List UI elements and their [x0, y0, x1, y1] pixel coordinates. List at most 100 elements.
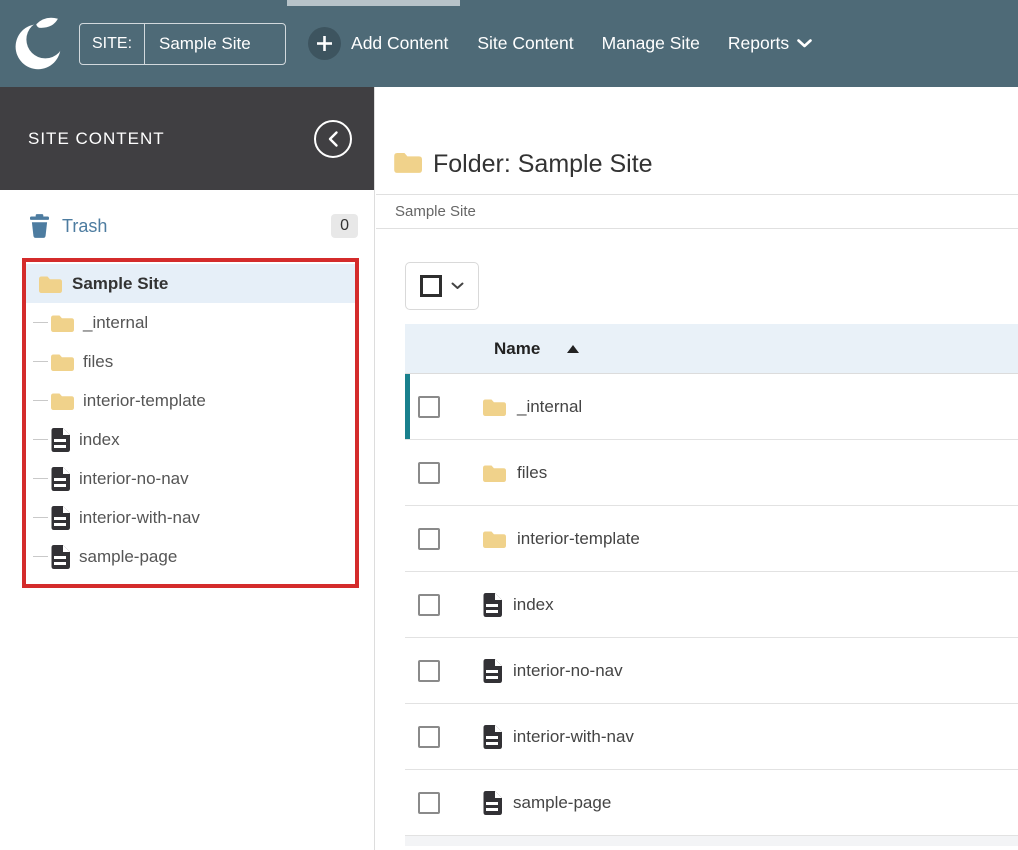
- table-row-interior-with-nav[interactable]: interior-with-nav: [405, 704, 1018, 770]
- page-icon: [51, 505, 70, 530]
- sidebar-panel-title: SITE CONTENT: [28, 128, 165, 148]
- sort-ascending-icon[interactable]: [567, 344, 580, 353]
- add-content-label: Add Content: [351, 33, 449, 53]
- chevron-down-icon: [797, 39, 812, 48]
- tree-item-label: interior-template: [83, 390, 206, 410]
- row-checkbox[interactable]: [418, 593, 440, 616]
- row-name[interactable]: interior-template: [517, 529, 640, 549]
- folder-icon: [39, 276, 62, 293]
- row-name[interactable]: _internal: [517, 397, 582, 417]
- trash-label: Trash: [62, 215, 108, 236]
- page-title-text: Folder: Sample Site: [433, 150, 653, 178]
- tree-branch-line: [33, 517, 48, 518]
- page-icon: [51, 544, 70, 569]
- tree-branch-line: [33, 322, 48, 323]
- tree-branch-line: [33, 439, 48, 440]
- chevron-down-icon: [451, 282, 464, 289]
- tree-item-label: Sample Site: [72, 273, 169, 293]
- tree-item-interior-no-nav[interactable]: interior-no-nav: [26, 459, 355, 498]
- folder-icon: [483, 531, 506, 548]
- row-checkbox[interactable]: [418, 791, 440, 814]
- folder-contents-table: Name _internal files interior-template i…: [405, 324, 1018, 846]
- nav-site-content[interactable]: Site Content: [463, 33, 587, 54]
- folder-icon: [394, 152, 422, 173]
- page-icon: [51, 427, 70, 452]
- nav-reports[interactable]: Reports: [714, 33, 826, 54]
- tree-item-interior-with-nav[interactable]: interior-with-nav: [26, 498, 355, 537]
- tree-branch-line: [33, 478, 48, 479]
- tree-item-sample-page[interactable]: sample-page: [26, 537, 355, 576]
- folder-icon: [483, 399, 506, 416]
- row-checkbox[interactable]: [418, 395, 440, 418]
- table-row-files[interactable]: files: [405, 440, 1018, 506]
- breadcrumb: Sample Site: [376, 194, 1018, 229]
- page-title: Folder: Sample Site: [376, 87, 1018, 194]
- add-content-button[interactable]: Add Content: [294, 27, 463, 60]
- top-navigation-bar: SITE: Sample Site Add Content Site Conte…: [0, 0, 1018, 87]
- tree-item-interior-template[interactable]: interior-template: [26, 381, 355, 420]
- page-icon: [483, 790, 502, 815]
- folder-icon: [483, 465, 506, 482]
- nav-manage-site[interactable]: Manage Site: [588, 33, 714, 54]
- trash-link[interactable]: Trash 0: [0, 190, 374, 252]
- annotation-red-box: Sample Site _internal files interior-tem…: [22, 258, 359, 588]
- row-checkbox[interactable]: [418, 461, 440, 484]
- table-header-row: Name: [405, 324, 1018, 374]
- primary-nav: Add Content Site Content Manage Site Rep…: [294, 27, 826, 60]
- plus-icon: [308, 27, 342, 60]
- site-picker-value[interactable]: Sample Site: [145, 24, 285, 64]
- tree-item-label: interior-with-nav: [79, 507, 200, 527]
- trash-icon: [30, 214, 49, 238]
- tree-item-label: _internal: [83, 312, 149, 332]
- breadcrumb-site[interactable]: Sample Site: [395, 203, 476, 220]
- table-row-interior-no-nav[interactable]: interior-no-nav: [405, 638, 1018, 704]
- tree-branch-line: [33, 361, 48, 362]
- tree-item-index[interactable]: index: [26, 420, 355, 459]
- nav-reports-label: Reports: [727, 33, 790, 53]
- collapse-sidebar-button[interactable]: [314, 119, 352, 158]
- site-picker-label: SITE:: [80, 23, 146, 64]
- row-name[interactable]: files: [517, 463, 547, 483]
- tree-item-internal[interactable]: _internal: [26, 303, 355, 342]
- page-icon: [51, 466, 70, 491]
- page-icon: [483, 724, 502, 749]
- tree-item-sample-site-root[interactable]: Sample Site: [26, 264, 355, 303]
- page-icon: [483, 658, 502, 683]
- tree-item-label: sample-page: [79, 546, 178, 566]
- page-icon: [483, 592, 502, 617]
- row-name[interactable]: sample-page: [513, 793, 611, 813]
- row-checkbox[interactable]: [418, 659, 440, 682]
- table-body: _internal files interior-template index …: [405, 374, 1018, 836]
- cascade-cms-app: SITE: Sample Site Add Content Site Conte…: [0, 0, 1018, 850]
- table-bottom-strip: [405, 836, 1018, 846]
- name-column-header[interactable]: Name: [494, 339, 540, 359]
- row-name[interactable]: index: [513, 595, 554, 615]
- table-row-interior-template[interactable]: interior-template: [405, 506, 1018, 572]
- site-picker[interactable]: SITE: Sample Site: [79, 22, 287, 65]
- cascade-logo[interactable]: [12, 15, 66, 73]
- row-checkbox[interactable]: [418, 725, 440, 748]
- select-all-checkbox[interactable]: [420, 275, 442, 297]
- row-name[interactable]: interior-no-nav: [513, 661, 623, 681]
- tree-children: _internal files interior-template index …: [26, 303, 355, 576]
- table-row-internal[interactable]: _internal: [405, 374, 1018, 440]
- folder-icon: [51, 315, 74, 332]
- sidebar-header: SITE CONTENT: [0, 87, 374, 190]
- table-toolbar: [405, 262, 1018, 310]
- table-row-sample-page[interactable]: sample-page: [405, 770, 1018, 836]
- tree-item-label: files: [83, 351, 114, 371]
- site-content-sidebar: SITE CONTENT Trash 0 Sample Site _intern…: [0, 87, 375, 850]
- row-name[interactable]: interior-with-nav: [513, 727, 634, 747]
- tree-item-files[interactable]: files: [26, 342, 355, 381]
- folder-icon: [51, 393, 74, 410]
- folder-icon: [51, 354, 74, 371]
- active-tab-indicator: [287, 0, 460, 6]
- trash-count-badge: 0: [331, 214, 358, 238]
- tree-item-label: index: [79, 429, 120, 449]
- row-checkbox[interactable]: [418, 527, 440, 550]
- tree-branch-line: [33, 400, 48, 401]
- table-row-index[interactable]: index: [405, 572, 1018, 638]
- tree-branch-line: [33, 556, 48, 557]
- chevron-left-icon: [328, 130, 338, 147]
- select-all-dropdown-button[interactable]: [405, 262, 479, 310]
